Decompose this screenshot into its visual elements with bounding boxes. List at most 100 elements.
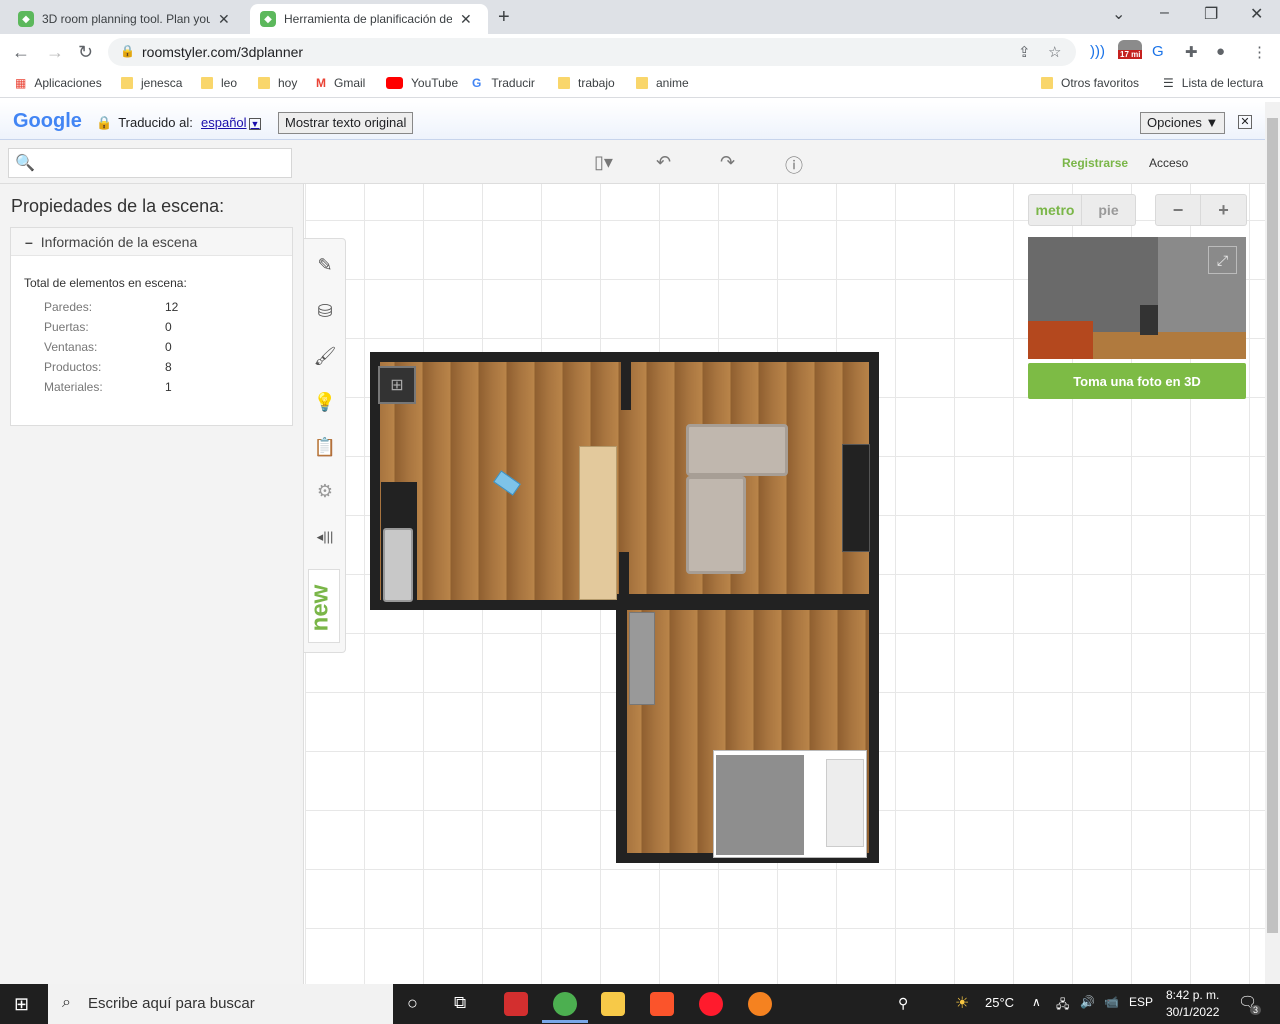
back-icon[interactable]: ← bbox=[12, 42, 30, 63]
bookmark-other-favorites[interactable]: Otros favoritos bbox=[1041, 76, 1139, 90]
bookmark-hoy[interactable]: hoy bbox=[258, 76, 297, 90]
tab-roomstyler-en[interactable]: ◆ 3D room planning tool. Plan your ✕ bbox=[8, 4, 246, 34]
zoom-out-button[interactable]: − bbox=[1155, 194, 1201, 226]
weather-extension-icon[interactable]: 17 mi bbox=[1118, 40, 1143, 59]
fullscreen-icon[interactable]: ⤢ bbox=[1208, 246, 1237, 274]
translate-extension-icon[interactable]: G bbox=[1152, 43, 1164, 60]
close-window-button[interactable]: ✕ bbox=[1250, 4, 1263, 24]
bookmark-star-icon[interactable]: ☆ bbox=[1048, 43, 1061, 61]
info-icon[interactable]: ⓘ bbox=[785, 152, 803, 178]
furniture-armchair-icon[interactable]: ⛁ bbox=[311, 297, 339, 325]
unit-feet-button[interactable]: pie bbox=[1082, 194, 1136, 226]
scrollbar-thumb[interactable] bbox=[1267, 118, 1278, 933]
preview-stove bbox=[1140, 305, 1158, 335]
interior-wall[interactable] bbox=[621, 362, 631, 410]
tab-roomstyler-es[interactable]: ◆ Herramienta de planificación de ✕ bbox=[250, 4, 488, 34]
tab-search-chevron-icon[interactable]: ⌄ bbox=[1112, 4, 1125, 24]
product-search-input[interactable]: 🔍 bbox=[8, 148, 292, 178]
brave-icon[interactable] bbox=[650, 992, 674, 1016]
settings-gear-icon[interactable]: ⚙ bbox=[311, 477, 339, 505]
sofa-seat[interactable] bbox=[686, 476, 746, 574]
reading-list[interactable]: ☰ Lista de lectura bbox=[1163, 76, 1263, 90]
tv-unit[interactable] bbox=[842, 444, 870, 552]
network-icon[interactable]: 🖧 bbox=[1056, 995, 1069, 1016]
lightbulb-icon[interactable]: 💡 bbox=[311, 388, 339, 416]
kitchen-sink[interactable] bbox=[383, 528, 413, 602]
wardrobe[interactable] bbox=[629, 612, 655, 705]
bookmark-gmail[interactable]: M Gmail bbox=[316, 76, 365, 90]
url-text[interactable]: roomstyler.com/3dplanner bbox=[142, 44, 303, 60]
bed-duvet bbox=[716, 755, 804, 855]
omnibox[interactable]: 🔒 roomstyler.com/3dplanner ⇪ ☆ bbox=[108, 38, 1076, 66]
clock-date[interactable]: 30/1/2022 bbox=[1166, 1005, 1219, 1019]
file-explorer-icon[interactable] bbox=[601, 992, 625, 1016]
scene-info-header[interactable]: – Información de la escena bbox=[11, 228, 292, 256]
google-logo: Google bbox=[13, 110, 82, 132]
bookmark-youtube[interactable]: YouTube bbox=[386, 76, 458, 90]
weather-temp[interactable]: 25°C bbox=[985, 995, 1014, 1010]
unit-metric-button[interactable]: metro bbox=[1028, 194, 1082, 226]
new-document-icon[interactable]: ▯▾ bbox=[594, 152, 613, 173]
input-language[interactable]: ESP bbox=[1129, 995, 1153, 1009]
new-products-badge[interactable]: new bbox=[306, 569, 340, 643]
clock-time[interactable]: 8:42 p. m. bbox=[1166, 988, 1219, 1002]
gmail-icon: M bbox=[316, 76, 326, 90]
redo-icon[interactable]: ↷ bbox=[720, 152, 735, 173]
taskbar-search-box[interactable]: ⌕ Escribe aquí para buscar bbox=[48, 984, 393, 1024]
close-tab-icon[interactable]: ✕ bbox=[460, 11, 472, 28]
sofa-back[interactable] bbox=[686, 424, 788, 476]
bookmark-traducir[interactable]: G Traducir bbox=[472, 76, 535, 90]
bookmark-anime[interactable]: anime bbox=[636, 76, 689, 90]
task-view-icon[interactable]: ⧉ bbox=[454, 993, 466, 1013]
restore-window-button[interactable]: ❐ bbox=[1204, 4, 1218, 24]
bookmark-trabajo[interactable]: trabajo bbox=[558, 76, 615, 90]
stovetop[interactable]: ⊞ bbox=[378, 366, 416, 404]
stat-label-materials: Materiales: bbox=[44, 380, 103, 394]
chrome-menu-icon[interactable]: ⋮ bbox=[1252, 43, 1267, 61]
floorplan-canvas[interactable]: metro pie − + ⤢ Toma una foto en 3D ⊞ bbox=[305, 184, 1265, 984]
draw-walls-icon[interactable]: ✎ bbox=[311, 251, 339, 279]
cortana-icon[interactable]: ○ bbox=[407, 993, 418, 1014]
login-link[interactable]: Acceso bbox=[1149, 156, 1188, 170]
extensions-puzzle-icon[interactable]: ✚ bbox=[1185, 43, 1198, 61]
close-translate-icon[interactable]: ✕ bbox=[1238, 115, 1252, 129]
register-link[interactable]: Registrarse bbox=[1062, 156, 1128, 170]
page-scrollbar[interactable] bbox=[1265, 102, 1280, 984]
reload-icon[interactable]: ↻ bbox=[78, 42, 93, 63]
target-language-select[interactable]: español ▼ bbox=[201, 115, 262, 130]
interior-wall[interactable] bbox=[619, 552, 629, 604]
zoom-in-button[interactable]: + bbox=[1201, 194, 1247, 226]
bookmark-apps[interactable]: ▦ Aplicaciones bbox=[15, 76, 102, 90]
bookmark-jenesca[interactable]: jenesca bbox=[121, 76, 182, 90]
profile-avatar-icon[interactable]: ● bbox=[1216, 43, 1225, 60]
share-icon[interactable]: ⇪ bbox=[1018, 43, 1031, 61]
tray-chevron-icon[interactable]: ∧ bbox=[1032, 995, 1041, 1009]
new-tab-button[interactable]: + bbox=[498, 6, 510, 29]
paint-brush-icon[interactable]: 🖌 bbox=[311, 342, 339, 370]
bookmark-leo[interactable]: leo bbox=[201, 76, 237, 90]
3d-preview-thumbnail[interactable]: ⤢ bbox=[1028, 237, 1246, 359]
meet-now-icon[interactable]: 📹 bbox=[1104, 995, 1119, 1009]
take-3d-photo-button[interactable]: Toma una foto en 3D bbox=[1028, 363, 1246, 399]
interior-wall[interactable] bbox=[817, 594, 879, 604]
show-original-button[interactable]: Mostrar texto original bbox=[278, 112, 414, 134]
volume-icon[interactable]: 🔊 bbox=[1080, 995, 1095, 1009]
minimize-window-button[interactable]: – bbox=[1160, 4, 1169, 22]
clipboard-icon[interactable]: 📋 bbox=[311, 433, 339, 461]
windows-start-icon[interactable]: ⊞ bbox=[14, 994, 29, 1015]
interior-wall[interactable] bbox=[617, 600, 783, 610]
forward-icon[interactable]: → bbox=[46, 42, 64, 63]
close-tab-icon[interactable]: ✕ bbox=[218, 11, 230, 28]
translate-options-button[interactable]: Opciones ▼ bbox=[1140, 112, 1226, 134]
undo-icon[interactable]: ↶ bbox=[656, 152, 671, 173]
wifi-extension-icon[interactable]: ))) bbox=[1090, 43, 1105, 60]
collapse-panel-icon[interactable]: ◂||| bbox=[311, 523, 339, 551]
acrobat-icon[interactable] bbox=[504, 992, 528, 1016]
bed[interactable] bbox=[713, 750, 867, 858]
game-app-icon[interactable] bbox=[748, 992, 772, 1016]
kitchen-island[interactable] bbox=[579, 446, 617, 600]
people-icon[interactable]: ⚲ bbox=[898, 995, 908, 1012]
opera-icon[interactable] bbox=[699, 992, 723, 1016]
weather-icon[interactable]: ☀ bbox=[955, 993, 969, 1013]
chrome-icon[interactable] bbox=[553, 992, 577, 1016]
